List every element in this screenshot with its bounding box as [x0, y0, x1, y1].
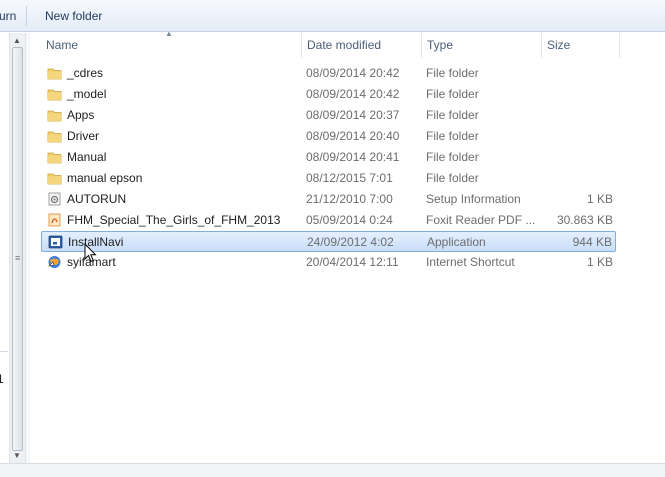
new-folder-button[interactable]: New folder	[45, 9, 102, 23]
file-row[interactable]: syifamart 20/04/2014 12:11 Internet Shortc…	[41, 252, 616, 273]
pane-splitter[interactable]	[26, 33, 30, 463]
folder-icon	[47, 66, 62, 80]
file-row[interactable]: AUTORUN 21/12/2010 7:00 Setup Information 1…	[41, 189, 616, 210]
file-date-modified: 24/09/2012 4:02	[307, 235, 394, 249]
file-name: _cdres	[67, 66, 104, 80]
file-name: Apps	[67, 108, 95, 122]
pdf-icon	[47, 213, 62, 227]
column-divider[interactable]	[301, 33, 302, 58]
folder-icon	[47, 150, 62, 164]
column-header-size[interactable]: Size	[547, 33, 617, 58]
file-row[interactable]: _cdres 08/09/2014 20:42 File folder	[41, 63, 616, 84]
grip-icon: ≡	[15, 253, 21, 263]
file-type: File folder	[426, 129, 479, 143]
folder-icon	[47, 171, 62, 185]
column-divider[interactable]	[619, 33, 620, 58]
file-type: Internet Shortcut	[426, 255, 515, 269]
scroll-up-icon[interactable]: ▲	[13, 36, 21, 45]
scroll-thumb[interactable]: ≡	[12, 47, 23, 451]
file-type: File folder	[426, 108, 479, 122]
file-date-modified: 20/04/2014 12:11	[306, 255, 399, 269]
file-type: Application	[427, 235, 486, 249]
file-date-modified: 05/09/2014 0:24	[306, 213, 393, 227]
file-row[interactable]: Driver 08/09/2014 20:40 File folder	[41, 126, 616, 147]
column-header-date-modified[interactable]: Date modified	[307, 33, 419, 58]
file-name: _model	[67, 87, 107, 101]
nav-item-fragment[interactable]: 1	[0, 372, 4, 386]
file-type: Setup Information	[426, 192, 521, 206]
nav-divider	[0, 351, 8, 352]
navigation-scrollbar[interactable]: ▲ ≡ ▼	[9, 33, 26, 463]
file-date-modified: 08/09/2014 20:40	[306, 129, 400, 143]
file-date-modified: 08/09/2014 20:42	[306, 87, 400, 101]
burn-button[interactable]: urn	[0, 9, 16, 23]
folder-icon	[47, 129, 62, 143]
file-name: AUTORUN	[67, 192, 127, 206]
file-type: File folder	[426, 66, 479, 80]
file-row[interactable]: manual epson 08/12/2015 7:01 File folder	[41, 168, 616, 189]
status-bar	[0, 463, 665, 477]
setup-info-icon	[47, 192, 62, 206]
file-size: 1 KB	[586, 255, 613, 269]
file-name: FHM_Special_The_Girls_of_FHM_2013	[67, 213, 281, 227]
file-date-modified: 08/09/2014 20:42	[306, 66, 400, 80]
file-row[interactable]: InstallNavi 24/09/2012 4:02 Application 944…	[41, 231, 616, 252]
file-name: Manual	[67, 150, 107, 164]
internet-shortcut-icon	[47, 255, 62, 269]
mouse-pointer-icon	[84, 243, 97, 263]
column-header-name[interactable]: Name	[46, 33, 302, 58]
file-date-modified: 08/09/2014 20:41	[306, 150, 400, 164]
file-date-modified: 08/12/2015 7:01	[306, 171, 393, 185]
file-row[interactable]: Apps 08/09/2014 20:37 File folder	[41, 105, 616, 126]
folder-icon	[47, 87, 62, 101]
navigation-pane: 1	[0, 33, 8, 463]
file-type: File folder	[426, 87, 479, 101]
application-icon	[48, 235, 63, 249]
file-size: 30.863 KB	[556, 213, 613, 227]
file-row[interactable]: Manual 08/09/2014 20:41 File folder	[41, 147, 616, 168]
file-type: File folder	[426, 150, 479, 164]
toolbar-separator	[26, 6, 27, 26]
folder-icon	[47, 108, 62, 122]
command-bar: urn New folder	[0, 0, 665, 32]
file-name: manual epson	[67, 171, 143, 185]
file-type: File folder	[426, 171, 479, 185]
file-row[interactable]: FHM_Special_The_Girls_of_FHM_2013 05/09/2…	[41, 210, 616, 231]
file-size: 1 KB	[586, 192, 613, 206]
scroll-down-icon[interactable]: ▼	[13, 451, 21, 460]
file-row[interactable]: _model 08/09/2014 20:42 File folder	[41, 84, 616, 105]
file-size: 944 KB	[572, 235, 612, 249]
column-divider[interactable]	[421, 33, 422, 58]
column-header-type[interactable]: Type	[427, 33, 539, 58]
column-divider[interactable]	[541, 33, 542, 58]
file-date-modified: 21/12/2010 7:00	[306, 192, 393, 206]
file-type: Foxit Reader PDF ...	[426, 213, 536, 227]
file-date-modified: 08/09/2014 20:37	[306, 108, 400, 122]
file-name: Driver	[67, 129, 99, 143]
